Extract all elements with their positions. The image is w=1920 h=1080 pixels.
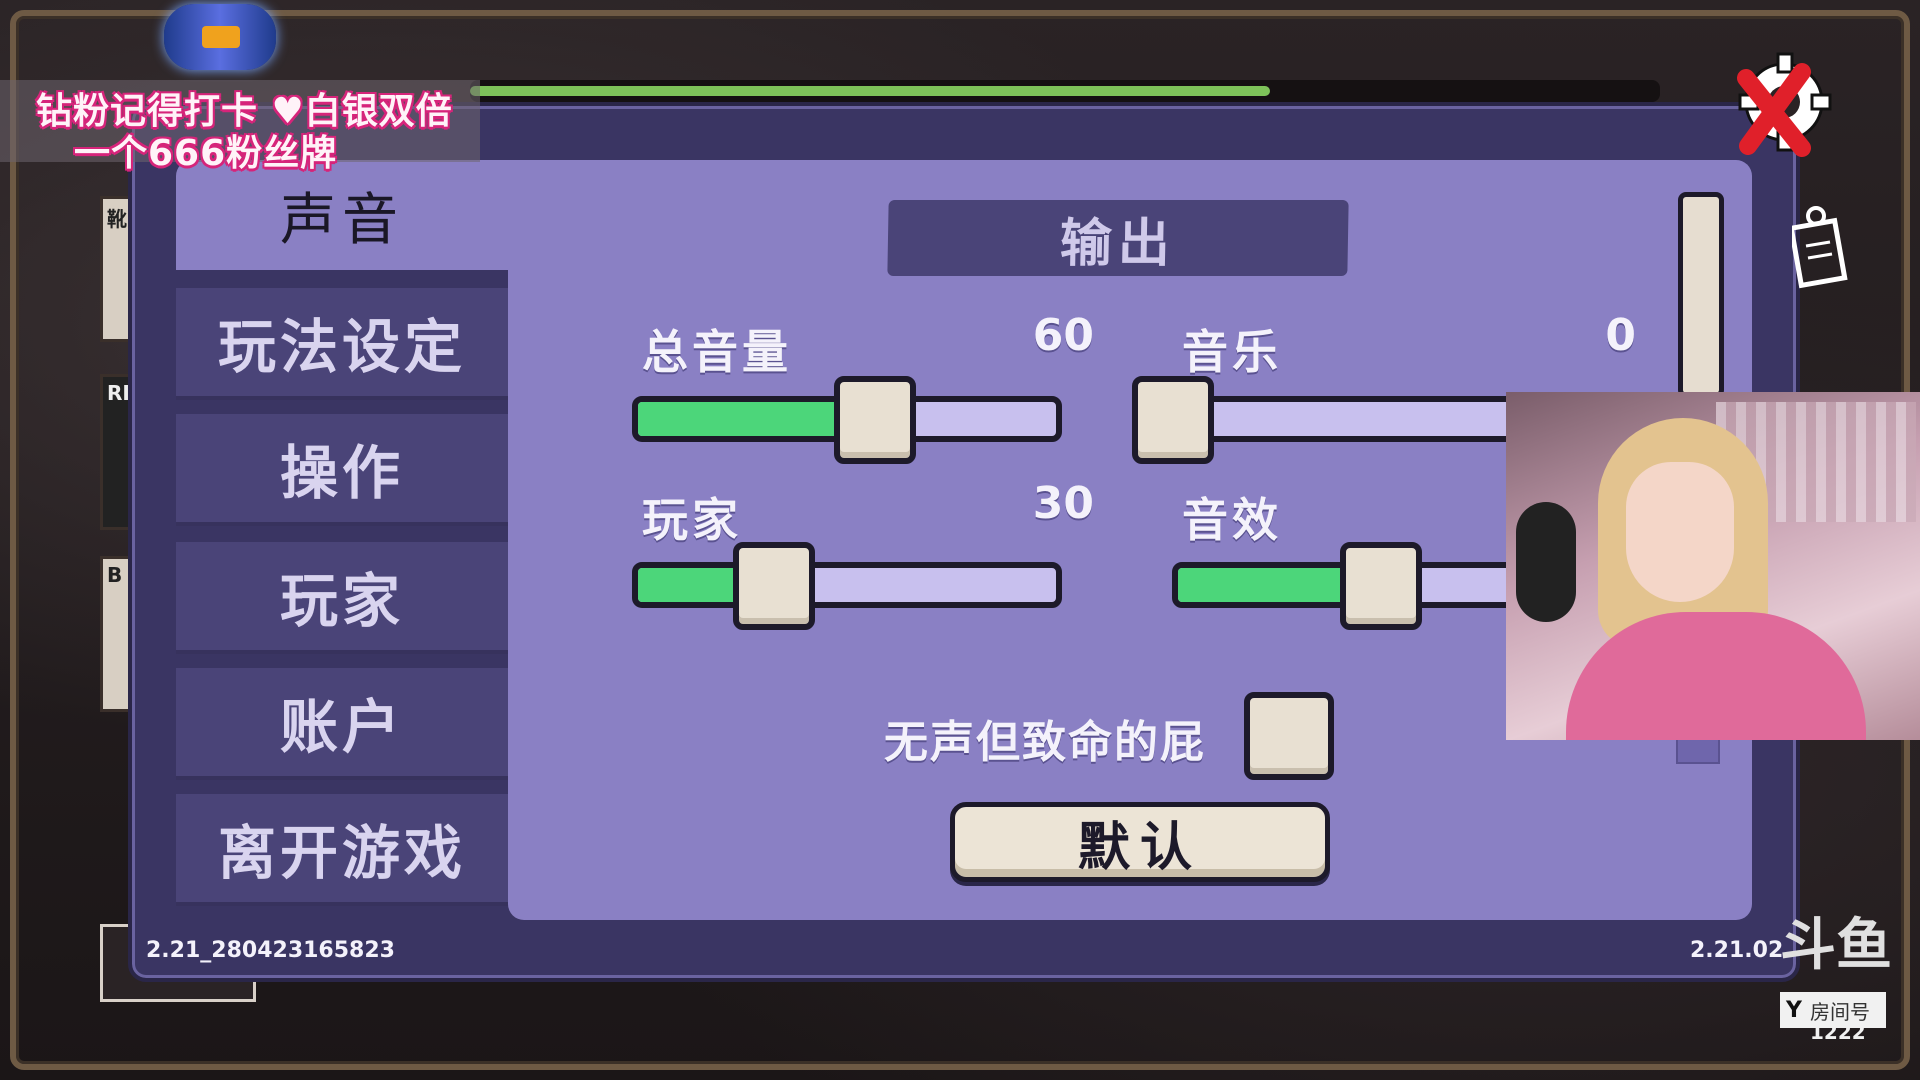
player-volume-slider-thumb[interactable] (732, 542, 815, 630)
slider-label-music: 音乐 (1182, 325, 1282, 379)
clipboard-icon[interactable] (1788, 206, 1848, 290)
background-card-letter: RI (107, 381, 130, 405)
section-header-output: 输出 (887, 200, 1349, 276)
watermark-room-prefix: Y (1786, 997, 1802, 1023)
watermark-room-number: 1222 (1810, 1020, 1866, 1044)
close-button[interactable] (1726, 50, 1836, 160)
tab-sound-label: 声音 (280, 187, 404, 253)
slider-fill (1178, 568, 1366, 602)
slider-value-player: 30 (1032, 478, 1094, 529)
webcam-overlay (1506, 392, 1920, 740)
slider-label-sfx: 音效 (1182, 493, 1282, 547)
build-version: 2.21_280423165823 (146, 938, 395, 963)
nav-item-controls[interactable]: 操作 (176, 414, 508, 526)
checkbox-label: 无声但致命的屁 (884, 717, 1206, 768)
sfx-volume-slider-thumb[interactable] (1340, 542, 1422, 630)
master-volume-slider-thumb[interactable] (833, 376, 916, 464)
slider-value-master: 60 (1032, 310, 1094, 361)
silent-fart-checkbox[interactable] (1244, 692, 1334, 780)
scrollbar-end (1676, 736, 1720, 764)
music-volume-slider-thumb[interactable] (1132, 376, 1214, 464)
background-card-letter: B (107, 563, 123, 587)
nav-item-account[interactable]: 账户 (176, 668, 508, 780)
stream-logo-badge (202, 26, 240, 48)
platform-watermark: 斗鱼 Y 房间号 1222 (1780, 900, 1920, 1050)
game-version: 2.21.02 (1690, 938, 1784, 963)
slider-label-player: 玩家 (642, 493, 742, 547)
background-card-letter: 靴 (107, 207, 127, 231)
nav-item-leave-game[interactable]: 离开游戏 (176, 794, 508, 906)
nav-item-gameplay[interactable]: 玩法设定 (176, 288, 508, 400)
webcam-microphone (1516, 502, 1576, 622)
scrollbar-thumb[interactable] (1678, 192, 1724, 398)
stream-logo (164, 4, 276, 70)
slider-value-music: 0 (1605, 310, 1636, 361)
stream-banner-line: 一个666粉丝牌 (74, 133, 338, 174)
slider-label-master: 总音量 (642, 325, 792, 379)
clipboard-icon-graphic (1788, 206, 1848, 289)
gear-close-icon (1737, 52, 1832, 157)
player-volume-slider[interactable] (632, 562, 1062, 608)
webcam-person-face (1626, 462, 1734, 602)
nav-item-player[interactable]: 玩家 (176, 542, 508, 654)
slider-fill (638, 402, 860, 436)
default-button[interactable]: 默认 (950, 802, 1330, 882)
watermark-logo: 斗鱼 (1780, 913, 1892, 978)
background-progress-fill (470, 86, 1270, 96)
